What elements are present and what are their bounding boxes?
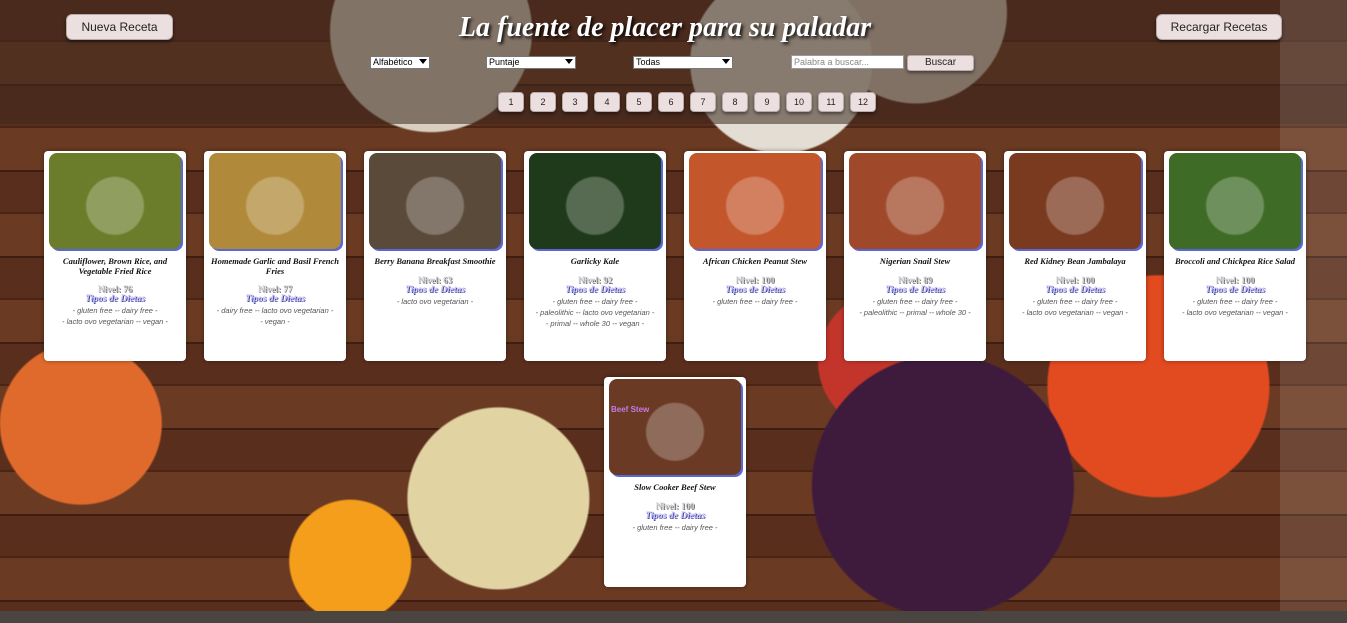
diet-list-line: - paleolithic -- lacto ovo vegetarian - — [535, 308, 655, 317]
reload-recipes-button[interactable]: Recargar Recetas — [1156, 14, 1282, 40]
page-title: La fuente de placer para su paladar — [458, 12, 872, 43]
sort-select-value: Alfabético — [373, 57, 413, 67]
chevron-down-icon — [419, 59, 427, 64]
diet-types-heading: Tipos de Dietas — [565, 285, 625, 295]
diet-types-heading: Tipos de Dietas — [885, 285, 945, 295]
recipe-score: Nivel: 100 — [1055, 275, 1095, 285]
recipe-name[interactable]: Broccoli and Chickpea Rice Salad — [1166, 256, 1304, 266]
page-button-4[interactable]: 4 — [594, 92, 620, 112]
recipe-name[interactable]: Cauliflower, Brown Rice, and Vegetable F… — [46, 256, 184, 276]
diet-types-heading: Tipos de Dietas — [85, 294, 145, 304]
page-button-11[interactable]: 11 — [818, 92, 844, 112]
recipe-score: Nivel: 89 — [897, 275, 933, 285]
recipe-image[interactable] — [529, 153, 661, 249]
page-button-7[interactable]: 7 — [690, 92, 716, 112]
score-select-value: Puntaje — [489, 57, 520, 67]
chevron-down-icon — [722, 59, 730, 64]
recipe-card[interactable]: Broccoli and Chickpea Rice Salad Nivel: 1… — [1164, 151, 1306, 361]
recipe-score: Nivel: 92 — [577, 275, 613, 285]
recipe-image[interactable] — [49, 153, 181, 249]
page-button-8[interactable]: 8 — [722, 92, 748, 112]
search-input[interactable]: Palabra a buscar... — [791, 55, 904, 69]
diet-list-line: - lacto ovo vegetarian -- vegan - — [62, 317, 168, 326]
score-select[interactable]: Puntaje — [486, 56, 576, 69]
recipe-name[interactable]: Nigerian Snail Stew — [846, 256, 984, 266]
diet-types-heading: Tipos de Dietas — [1205, 285, 1265, 295]
diet-list-line: - gluten free -- dairy free - — [712, 297, 798, 306]
page-button-6[interactable]: 6 — [658, 92, 684, 112]
recipe-name[interactable]: Slow Cooker Beef Stew — [606, 482, 744, 492]
recipe-card[interactable]: Garlicky Kale Nivel: 92 Tipos de Dietas - g… — [524, 151, 666, 361]
recipe-image[interactable] — [689, 153, 821, 249]
diet-list-line: - lacto ovo vegetarian -- vegan - — [1022, 308, 1128, 317]
diet-list-line: - gluten free -- dairy free - — [632, 523, 718, 532]
new-recipe-button[interactable]: Nueva Receta — [66, 14, 173, 40]
recipe-image[interactable] — [1169, 153, 1301, 249]
recipe-card[interactable]: Nigerian Snail Stew Nivel: 89 Tipos de Die… — [844, 151, 986, 361]
recipe-card[interactable]: Red Kidney Bean Jambalaya Nivel: 100 Tipos… — [1004, 151, 1146, 361]
diet-types-heading: Tipos de Dietas — [405, 285, 465, 295]
recipe-score: Nivel: 63 — [417, 275, 453, 285]
recipe-score: Nivel: 77 — [257, 284, 293, 294]
diet-types-heading: Tipos de Dietas — [1045, 285, 1105, 295]
page-button-1[interactable]: 1 — [498, 92, 524, 112]
diet-list-line: - paleolithic -- primal -- whole 30 - — [859, 308, 971, 317]
diet-list-line: - primal -- whole 30 -- vegan - — [545, 319, 645, 328]
chevron-down-icon — [565, 59, 573, 64]
diet-types-heading: Tipos de Dietas — [245, 294, 305, 304]
bottom-bar — [0, 611, 1347, 623]
page-button-9[interactable]: 9 — [754, 92, 780, 112]
recipe-score: Nivel: 100 — [735, 275, 775, 285]
search-button[interactable]: Buscar — [907, 55, 974, 71]
page-button-3[interactable]: 3 — [562, 92, 588, 112]
diet-list-line: - gluten free -- dairy free - — [552, 297, 638, 306]
recipe-image-caption: Beef Stew — [611, 405, 650, 414]
recipe-score: Nivel: 100 — [655, 501, 695, 511]
diet-types-heading: Tipos de Dietas — [645, 511, 705, 521]
diet-list-line: - gluten free -- dairy free - — [872, 297, 958, 306]
recipe-image[interactable] — [1009, 153, 1141, 249]
page-button-12[interactable]: 12 — [850, 92, 876, 112]
recipe-image[interactable] — [849, 153, 981, 249]
recipe-card[interactable]: Cauliflower, Brown Rice, and Vegetable F… — [44, 151, 186, 361]
recipe-image[interactable]: Beef Stew — [609, 379, 741, 475]
pagination: 1 2 3 4 5 6 7 8 9 10 11 12 — [498, 92, 876, 112]
diet-list-line: - gluten free -- dairy free - — [1192, 297, 1278, 306]
diet-select[interactable]: Todas — [633, 56, 733, 69]
recipe-name[interactable]: Berry Banana Breakfast Smoothie — [366, 256, 504, 266]
page-button-2[interactable]: 2 — [530, 92, 556, 112]
sort-select[interactable]: Alfabético — [370, 56, 430, 69]
recipe-name[interactable]: Homemade Garlic and Basil French Fries — [206, 256, 344, 276]
recipe-score: Nivel: 76 — [97, 284, 133, 294]
page-button-5[interactable]: 5 — [626, 92, 652, 112]
diet-select-value: Todas — [636, 57, 661, 67]
recipe-card[interactable]: African Chicken Peanut Stew Nivel: 100 Tip… — [684, 151, 826, 361]
diet-list-line: - gluten free -- dairy free - — [72, 306, 158, 315]
recipe-score: Nivel: 100 — [1215, 275, 1255, 285]
diet-list-line: - lacto ovo vegetarian - — [396, 297, 474, 306]
recipe-image[interactable] — [209, 153, 341, 249]
recipe-name[interactable]: Red Kidney Bean Jambalaya — [1006, 256, 1144, 266]
recipe-name[interactable]: Garlicky Kale — [526, 256, 664, 266]
diet-list-line: - dairy free -- lacto ovo vegetarian - — [216, 306, 334, 315]
recipe-image[interactable] — [369, 153, 501, 249]
diet-list-line: - gluten free -- dairy free - — [1032, 297, 1118, 306]
recipe-card[interactable]: Homemade Garlic and Basil French Fries Ni… — [204, 151, 346, 361]
recipe-name[interactable]: African Chicken Peanut Stew — [686, 256, 824, 266]
diet-types-heading: Tipos de Dietas — [725, 285, 785, 295]
recipe-card[interactable]: Berry Banana Breakfast Smoothie Nivel: 63… — [364, 151, 506, 361]
diet-list-line: - vegan - — [260, 317, 290, 326]
diet-list-line: - lacto ovo vegetarian -- vegan - — [1182, 308, 1288, 317]
recipe-card[interactable]: Beef Stew Slow Cooker Beef Stew Nivel: 100… — [604, 377, 746, 587]
page-button-10[interactable]: 10 — [786, 92, 812, 112]
